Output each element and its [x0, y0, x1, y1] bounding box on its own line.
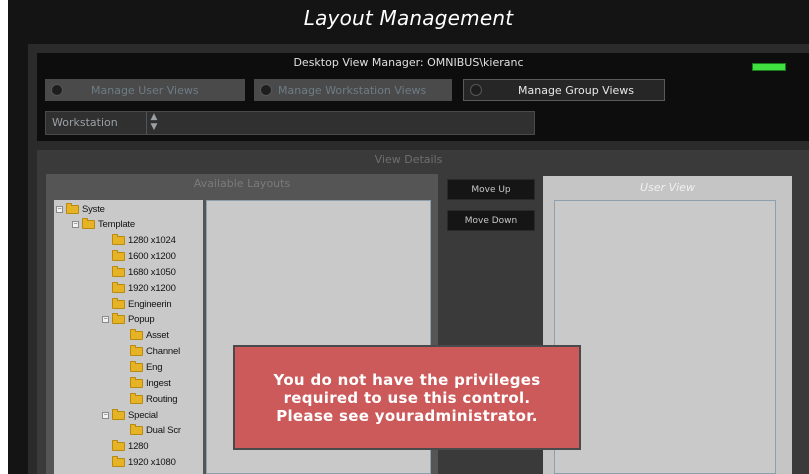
collapse-icon[interactable]: −	[102, 316, 109, 324]
folder-icon	[130, 329, 143, 341]
move-up-button[interactable]: Move Up	[447, 179, 535, 200]
tree-node[interactable]: − Popup	[102, 313, 155, 327]
tree-node-label: Channel	[146, 346, 180, 358]
manage-user-views-label: Manage User Views	[91, 83, 199, 97]
radio-icon	[470, 84, 482, 96]
tree-node-label: Special	[128, 409, 158, 421]
tree-node[interactable]: − Special	[102, 408, 158, 422]
tree-node[interactable]: Routing	[130, 392, 178, 406]
workstation-row: Workstation ▲ ▼	[45, 111, 535, 135]
folder-icon	[130, 345, 143, 357]
available-layouts-label: Available Layouts	[193, 177, 291, 190]
message-line: required to use this control.	[283, 388, 531, 407]
tree-node[interactable]: 1280 x1024	[112, 234, 176, 248]
folder-icon	[130, 361, 143, 372]
layout-tree[interactable]: − Syste − Template 1280 x1024 1600 x1200 1680 …	[54, 200, 203, 474]
radio-icon	[51, 84, 63, 96]
tree-node-label: Template	[98, 219, 135, 231]
folder-icon	[112, 250, 125, 262]
folder-icon	[112, 234, 125, 246]
tree-node[interactable]: Ingest	[130, 376, 171, 390]
manage-group-views-label: Manage Group Views	[518, 83, 635, 97]
manage-workstation-views-label: Manage Workstation Views	[278, 83, 427, 97]
folder-icon	[112, 313, 125, 325]
tree-node-label: Dual Scr	[146, 425, 181, 437]
tree-node[interactable]: Asset	[130, 329, 169, 343]
tree-node[interactable]: 1680 x1050	[112, 265, 176, 279]
tree-node[interactable]: 1280	[112, 440, 149, 454]
tree-node-label: Popup	[128, 314, 155, 326]
tree-node-label: 1920 x1200	[128, 282, 176, 294]
tree-node[interactable]: 1600 x1200	[112, 250, 176, 264]
collapse-icon[interactable]: −	[102, 411, 109, 419]
collapse-icon[interactable]: −	[72, 221, 79, 229]
message-line: You do not have the privileges	[273, 370, 541, 389]
folder-icon	[112, 281, 125, 293]
folder-icon	[130, 424, 143, 436]
tree-node-label: Engineerin	[128, 298, 172, 310]
collapse-icon[interactable]: −	[56, 205, 63, 213]
folder-icon	[130, 392, 143, 404]
tree-node-label: 1280	[128, 441, 149, 453]
tree-node[interactable]: 1920 x1080	[112, 456, 176, 470]
user-view-title: User View	[640, 181, 695, 194]
manage-group-views-button[interactable]: Manage Group Views	[463, 79, 665, 101]
tree-node-label: Routing	[146, 393, 178, 405]
message-line: Please see youradministrator.	[276, 406, 538, 425]
tree-node-label: Eng	[146, 362, 163, 373]
folder-icon	[66, 202, 79, 214]
tree-node[interactable]: Dual Scr	[130, 424, 181, 438]
manage-workstation-views-button[interactable]: Manage Workstation Views	[254, 79, 452, 101]
view-details-label: View Details	[374, 153, 443, 166]
radio-icon	[260, 84, 272, 96]
tree-node-label: 1280 x1024	[128, 235, 176, 247]
desktop-view-manager-label: Desktop View Manager: OMNIBUS\kieranc	[293, 56, 524, 69]
tree-node-label: Syste	[82, 203, 105, 215]
user-view-list[interactable]	[554, 200, 776, 474]
folder-icon	[112, 265, 125, 277]
move-down-button[interactable]: Move Down	[447, 210, 535, 231]
layout-management-window: Layout Management Desktop View Manager: …	[8, 0, 809, 474]
tree-node-label: Ingest	[146, 377, 171, 389]
tree-node[interactable]: Engineerin	[112, 297, 172, 311]
workstation-spinner-icon[interactable]: ▲ ▼	[146, 112, 161, 134]
tree-node[interactable]: − Syste	[56, 202, 105, 216]
folder-icon	[112, 456, 125, 468]
tree-node-label: Asset	[146, 330, 169, 342]
tree-node-label: 1600 x1200	[128, 251, 176, 263]
folder-icon	[130, 376, 143, 388]
window-title: Layout Management	[303, 6, 514, 30]
tree-node[interactable]: Eng	[130, 361, 163, 375]
tree-node-label: 1680 x1050	[128, 266, 176, 278]
manage-user-views-button[interactable]: Manage User Views	[45, 79, 245, 101]
workstation-label: Workstation	[52, 116, 118, 129]
tree-node[interactable]: Channel	[130, 345, 180, 359]
folder-icon	[112, 297, 125, 309]
folder-icon	[112, 440, 125, 452]
privileges-message: You do not have the privileges required …	[233, 345, 581, 450]
folder-icon	[82, 218, 95, 230]
tree-node-label: 1920 x1080	[128, 457, 176, 469]
folder-icon	[112, 408, 125, 420]
tree-node[interactable]: 1920 x1200	[112, 281, 176, 295]
status-indicator-icon	[752, 63, 786, 71]
tree-node[interactable]: − Template	[72, 218, 135, 232]
